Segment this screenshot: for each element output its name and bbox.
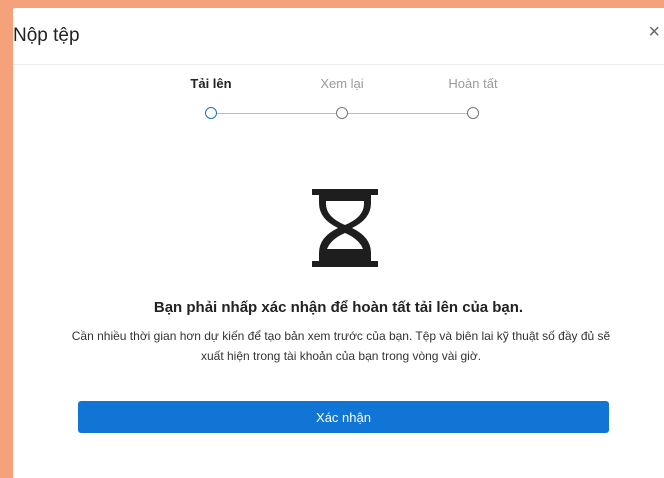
dialog-title: Nộp tệp xyxy=(13,25,80,46)
upload-stepper: Tải lên Xem lại Hoàn tất xyxy=(13,64,664,134)
step-complete-dot xyxy=(467,107,479,119)
step-review-dot xyxy=(336,107,348,119)
step-upload-label: Tải lên xyxy=(190,76,232,91)
close-icon[interactable]: × xyxy=(648,22,660,42)
upload-dialog: Nộp tệp × Tải lên Xem lại Hoàn tất Bạn p… xyxy=(13,8,664,478)
step-review-label: Xem lại xyxy=(320,76,364,91)
step-connector xyxy=(217,113,336,114)
dialog-header: Nộp tệp × xyxy=(13,8,664,65)
status-description: Cần nhiều thời gian hơn dự kiến để tạo b… xyxy=(71,329,611,363)
step-upload-dot xyxy=(205,107,217,119)
step-complete-label: Hoàn tất xyxy=(448,76,498,91)
confirm-button[interactable]: Xác nhận xyxy=(78,401,609,433)
step-connector xyxy=(348,113,467,114)
hourglass-icon xyxy=(312,189,378,267)
status-heading: Bạn phải nhấp xác nhận để hoàn tất tải l… xyxy=(153,299,524,316)
